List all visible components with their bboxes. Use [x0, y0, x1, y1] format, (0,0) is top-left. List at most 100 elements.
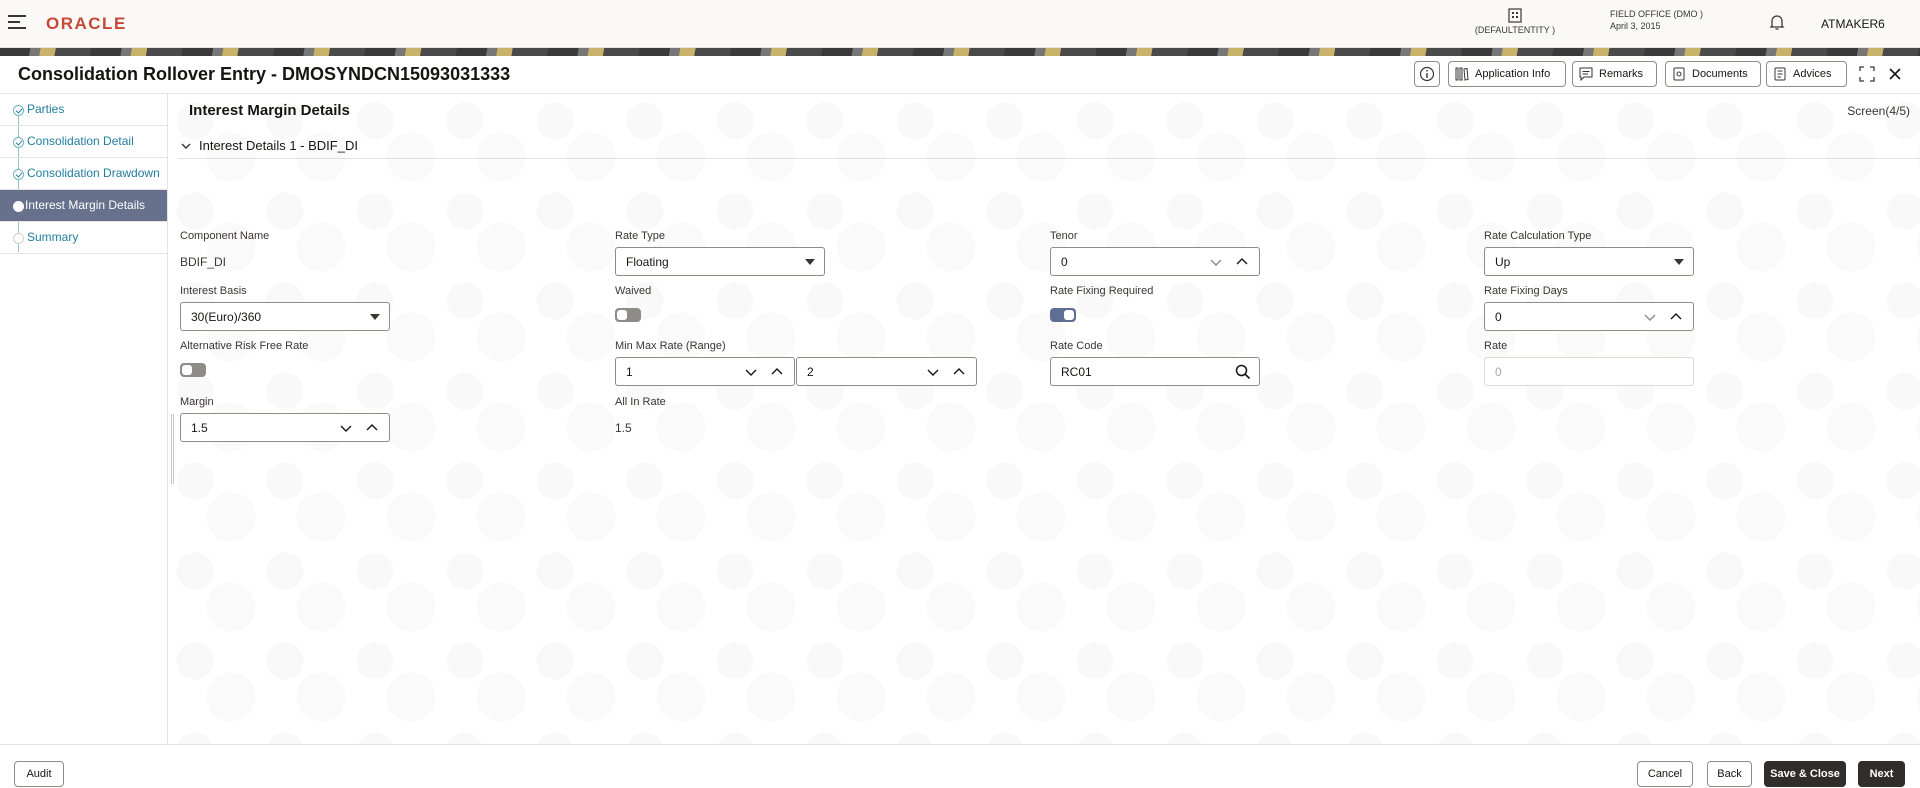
nav-item-parties[interactable]: Parties: [0, 94, 167, 126]
check-circle-icon: [13, 105, 24, 116]
current-step-icon: [13, 201, 24, 212]
branch-info[interactable]: FIELD OFFICE (DMO ) April 3, 2015: [1610, 8, 1703, 32]
all-in-rate-value: 1.5: [615, 421, 632, 435]
margin-label: Margin: [180, 396, 214, 408]
application-info-label: Application Info: [1475, 68, 1551, 80]
margin-stepper[interactable]: 1.5: [180, 413, 390, 442]
audit-button[interactable]: Audit: [14, 761, 64, 787]
min-rate-stepper[interactable]: 1: [615, 357, 795, 386]
window-title-bar: Consolidation Rollover Entry - DMOSYNDCN…: [0, 56, 1920, 94]
min-max-rate-label: Min Max Rate (Range): [615, 340, 726, 352]
cancel-button[interactable]: Cancel: [1637, 761, 1693, 787]
rate-code-value: RC01: [1061, 365, 1092, 379]
alt-risk-free-rate-toggle[interactable]: [180, 363, 206, 377]
application-info-button[interactable]: Application Info: [1448, 61, 1566, 87]
footer-toolbar: Audit Cancel Back Save & Close Next: [0, 744, 1920, 788]
interest-details-collapsible[interactable]: Interest Details 1 - BDIF_DI: [181, 138, 358, 153]
interest-basis-value: 30(Euro)/360: [191, 310, 262, 324]
rate-code-lov[interactable]: RC01: [1050, 357, 1260, 386]
entity-selector[interactable]: (DEFAULTENTITY ): [1470, 8, 1560, 35]
chevron-down-icon[interactable]: [926, 366, 940, 378]
rate-calc-type-value: Up: [1495, 255, 1511, 269]
header-banner: [0, 48, 1920, 56]
rate-fixing-days-stepper[interactable]: 0: [1484, 302, 1694, 331]
caret-down-icon: [370, 314, 380, 320]
min-rate-value: 1: [626, 365, 633, 379]
rate-type-select[interactable]: Floating: [615, 247, 825, 276]
search-icon[interactable]: [1235, 364, 1251, 380]
nav-item-consolidation-drawdown[interactable]: Consolidation Drawdown: [0, 158, 167, 190]
tenor-stepper[interactable]: 0: [1050, 247, 1260, 276]
chevron-down-icon: [181, 143, 191, 149]
component-name-value: BDIF_DI: [180, 255, 227, 269]
rate-type-label: Rate Type: [615, 230, 665, 242]
nav-item-summary[interactable]: Summary: [0, 222, 167, 254]
info-button[interactable]: [1414, 61, 1440, 87]
chevron-up-icon[interactable]: [770, 366, 784, 378]
chevron-up-icon[interactable]: [365, 422, 379, 434]
rate-fixing-days-value: 0: [1495, 310, 1502, 324]
max-rate-stepper[interactable]: 2: [796, 357, 977, 386]
chevron-up-icon[interactable]: [952, 366, 966, 378]
chevron-down-icon[interactable]: [744, 366, 758, 378]
rate-fixing-required-label: Rate Fixing Required: [1050, 285, 1154, 297]
rate-input: 0: [1484, 357, 1694, 386]
nav-item-label: Summary: [27, 230, 79, 244]
tenor-value: 0: [1061, 255, 1068, 269]
next-button[interactable]: Next: [1858, 761, 1905, 787]
nav-item-label: Consolidation Drawdown: [27, 166, 160, 180]
panel-resize-handle[interactable]: [171, 414, 174, 484]
nav-item-label: Interest Margin Details: [25, 198, 146, 212]
close-icon[interactable]: [1883, 62, 1907, 86]
section-title: Interest Margin Details: [189, 102, 350, 119]
top-header: ORACLE (DEFAULTENTITY ) FIELD OFFICE (DM…: [0, 0, 1920, 48]
save-close-button[interactable]: Save & Close: [1764, 761, 1846, 787]
menu-icon[interactable]: [8, 15, 26, 31]
interest-basis-label: Interest Basis: [180, 285, 247, 297]
divider: [178, 158, 1920, 159]
document-icon: [1673, 67, 1685, 81]
user-menu[interactable]: ATMAKER6: [1821, 17, 1885, 31]
oracle-logo: ORACLE: [46, 14, 127, 33]
entity-label: (DEFAULTENTITY ): [1474, 25, 1556, 35]
rate-code-label: Rate Code: [1050, 340, 1103, 352]
advices-label: Advices: [1793, 68, 1832, 80]
train-stop-navigation: Parties Consolidation Detail Consolidati…: [0, 94, 168, 788]
library-icon: [1455, 67, 1469, 81]
chevron-up-icon[interactable]: [1669, 311, 1683, 323]
remarks-label: Remarks: [1599, 68, 1644, 80]
nav-item-label: Consolidation Detail: [27, 134, 134, 148]
pending-step-icon: [13, 233, 24, 244]
caret-down-icon: [805, 259, 815, 265]
subsection-title: Interest Details 1 - BDIF_DI: [199, 138, 358, 153]
maximize-icon[interactable]: [1855, 62, 1879, 86]
rate-placeholder: 0: [1495, 365, 1502, 379]
documents-label: Documents: [1692, 68, 1748, 80]
rate-fixing-required-toggle[interactable]: [1050, 308, 1076, 322]
interest-basis-select[interactable]: 30(Euro)/360: [180, 302, 390, 331]
interest-margin-panel: Interest Margin Details Screen(4/5) Inte…: [168, 94, 1920, 744]
back-button[interactable]: Back: [1707, 761, 1752, 787]
office-date: April 3, 2015: [1610, 21, 1661, 31]
chevron-down-icon[interactable]: [339, 422, 353, 434]
nav-item-consolidation-detail[interactable]: Consolidation Detail: [0, 126, 167, 158]
screen-indicator: Screen(4/5): [1847, 104, 1910, 118]
chevron-up-icon[interactable]: [1235, 256, 1249, 268]
rate-type-value: Floating: [626, 255, 669, 269]
all-in-rate-label: All In Rate: [615, 396, 666, 408]
nav-item-label: Parties: [27, 102, 65, 116]
rate-label: Rate: [1484, 340, 1508, 352]
waived-toggle[interactable]: [615, 308, 641, 322]
rate-fixing-days-label: Rate Fixing Days: [1484, 285, 1568, 297]
margin-value: 1.5: [191, 421, 208, 435]
chevron-down-icon[interactable]: [1209, 256, 1223, 268]
rate-calc-type-select[interactable]: Up: [1484, 247, 1694, 276]
advices-button[interactable]: Advices: [1766, 61, 1847, 87]
bell-icon[interactable]: [1769, 14, 1785, 31]
chevron-down-icon[interactable]: [1643, 311, 1657, 323]
tenor-label: Tenor: [1050, 230, 1078, 242]
remarks-button[interactable]: Remarks: [1572, 61, 1657, 87]
nav-item-interest-margin-details[interactable]: Interest Margin Details: [0, 190, 167, 222]
documents-button[interactable]: Documents: [1665, 61, 1761, 87]
caret-down-icon: [1674, 259, 1684, 265]
